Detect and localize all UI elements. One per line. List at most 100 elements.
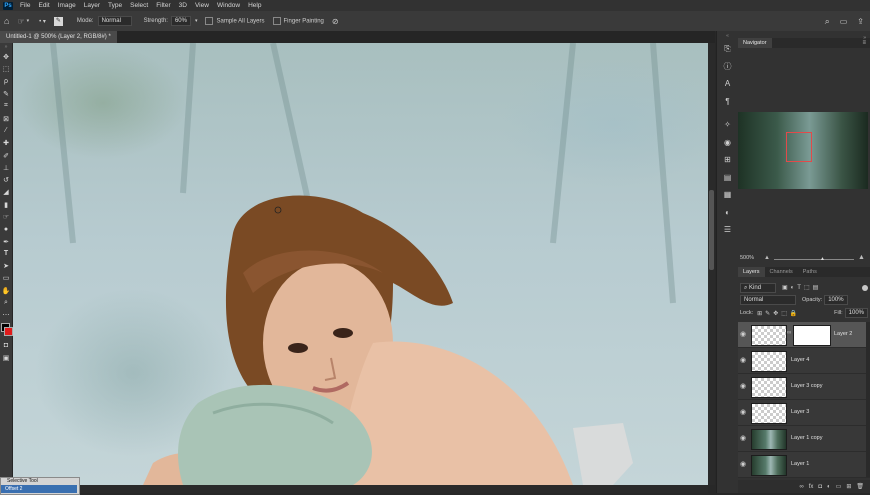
smudge-tool-icon[interactable]: ☞ <box>0 211 12 223</box>
vertical-scrollbar-thumb[interactable] <box>709 190 714 270</box>
fx-icon[interactable]: fx <box>809 484 814 490</box>
quick-mask-icon[interactable]: ◘ <box>0 340 12 352</box>
history-brush-icon[interactable]: ↺ <box>0 174 12 186</box>
layer-kind-select[interactable]: ⌕ Kind <box>740 282 776 293</box>
workspace-icon[interactable]: ▭ <box>840 17 848 26</box>
crop-tool-icon[interactable]: ⌗ <box>0 100 12 112</box>
chevron-down-icon[interactable]: ▾ <box>27 18 30 24</box>
layer-name[interactable]: Layer 1 <box>791 452 809 477</box>
stamp-tool-icon[interactable]: ⊥ <box>0 162 12 174</box>
strength-input[interactable]: 60% <box>170 16 191 26</box>
selective-tool-item[interactable]: Offset 2 <box>1 485 77 493</box>
sample-all-layers-checkbox[interactable]: Sample All Layers <box>205 17 265 25</box>
menu-filter[interactable]: Filter <box>152 2 174 9</box>
screen-mode-icon[interactable]: ▣ <box>0 352 12 364</box>
finger-painting-checkbox[interactable]: Finger Painting <box>272 17 324 25</box>
lightbulb-icon[interactable]: ✧ <box>717 116 738 134</box>
menu-edit[interactable]: Edit <box>34 2 53 9</box>
checkbox-icon[interactable] <box>205 17 214 25</box>
hand-tool-icon[interactable]: ✋ <box>0 285 12 297</box>
layer-name[interactable]: Layer 2 <box>834 322 852 347</box>
color-panel-icon[interactable]: ◉ <box>717 134 738 152</box>
eye-icon[interactable]: ◉ <box>740 382 746 390</box>
menu-window[interactable]: Window <box>213 2 244 9</box>
layer-name[interactable]: Layer 4 <box>791 348 809 373</box>
add-mask-icon[interactable]: ◘ <box>818 484 822 490</box>
character-panel-icon[interactable]: A <box>717 75 738 93</box>
shape-tool-icon[interactable]: ▭ <box>0 272 12 284</box>
history-panel-icon[interactable]: ⎘ <box>717 40 738 58</box>
background-color-swatch[interactable] <box>4 326 13 336</box>
layer-name[interactable]: Layer 1 copy <box>791 426 823 451</box>
layer-mask-thumbnail[interactable] <box>793 325 831 346</box>
move-tool-icon[interactable]: ✥ <box>0 51 12 63</box>
menu-layer[interactable]: Layer <box>80 2 104 9</box>
horizontal-scrollbar[interactable] <box>13 485 708 493</box>
patterns-panel-icon[interactable]: ▦ <box>717 186 738 204</box>
brush-size-icon[interactable]: • ▾ <box>39 18 46 25</box>
layer-row[interactable]: ◉ Layer 3 <box>738 400 870 426</box>
document-tab[interactable]: Untitled-1 @ 500% (Layer 2, RGB/8#) * <box>0 31 117 43</box>
menu-file[interactable]: File <box>16 2 34 9</box>
brush-settings-icon[interactable]: ✎ <box>53 16 63 26</box>
menu-view[interactable]: View <box>191 2 213 9</box>
zoom-slider-handle[interactable]: ▲ <box>820 256 825 262</box>
checkbox-icon[interactable] <box>272 17 281 25</box>
zoom-tool-icon[interactable]: ⌕ <box>0 297 12 309</box>
eye-icon[interactable]: ◉ <box>740 460 746 468</box>
group-icon[interactable]: ▭ <box>836 483 842 490</box>
menu-3d[interactable]: 3D <box>175 2 191 9</box>
pen-tool-icon[interactable]: ✒ <box>0 235 12 247</box>
eyedropper-tool-icon[interactable]: ⁄ <box>0 125 12 137</box>
menu-image[interactable]: Image <box>54 2 80 9</box>
menu-select[interactable]: Select <box>126 2 152 9</box>
mode-select[interactable]: Normal <box>97 16 132 26</box>
zoom-value[interactable]: 500% <box>740 255 754 261</box>
more-tools-icon[interactable]: ⋯ <box>0 309 12 321</box>
path-select-tool-icon[interactable]: ➤ <box>0 260 12 272</box>
pressure-icon[interactable]: ⊘ <box>332 17 339 26</box>
layer-row[interactable]: ◉ Layer 3 copy <box>738 374 870 400</box>
libraries-panel-icon[interactable]: ☰ <box>717 221 738 239</box>
healing-tool-icon[interactable]: ✚ <box>0 137 12 149</box>
eye-icon[interactable]: ◉ <box>740 356 746 364</box>
smudge-tool-icon[interactable]: ☞ <box>17 17 24 26</box>
menu-help[interactable]: Help <box>244 2 265 9</box>
layers-scrollbar[interactable] <box>866 322 870 477</box>
layer-filter-icons[interactable]: ▣◐T⬚▤ <box>782 284 821 291</box>
type-tool-icon[interactable]: T <box>0 248 12 260</box>
frame-tool-icon[interactable]: ⊠ <box>0 112 12 124</box>
tab-navigator[interactable]: Navigator <box>738 38 772 48</box>
info-panel-icon[interactable]: ⓘ <box>717 58 738 76</box>
link-layers-icon[interactable]: ∞ <box>799 484 803 490</box>
share-icon[interactable]: ⇪ <box>857 17 864 26</box>
navigator-view-box[interactable] <box>786 132 812 162</box>
swatches-panel-icon[interactable]: ⊞ <box>717 151 738 169</box>
tab-channels[interactable]: Channels <box>765 267 798 277</box>
adjustments-panel-icon[interactable]: ◐ <box>717 204 738 222</box>
collapse-icon[interactable]: « <box>717 31 738 40</box>
dodge-tool-icon[interactable]: ● <box>0 223 12 235</box>
collapse-icon[interactable]: » <box>0 43 12 51</box>
gradient-tool-icon[interactable]: ▮ <box>0 199 12 211</box>
marquee-tool-icon[interactable]: ⬚ <box>0 63 12 75</box>
document-canvas[interactable] <box>13 43 708 485</box>
color-swatches[interactable] <box>0 322 13 340</box>
layer-row[interactable]: ◉ ∞ Layer 2 <box>738 322 870 348</box>
filter-toggle-icon[interactable] <box>862 284 868 291</box>
quick-select-tool-icon[interactable]: ✎ <box>0 88 12 100</box>
layer-name[interactable]: Layer 3 copy <box>791 374 823 399</box>
layer-name[interactable]: Layer 3 <box>791 400 809 425</box>
eye-icon[interactable]: ◉ <box>740 434 746 442</box>
search-icon[interactable]: ⌕ <box>825 16 830 27</box>
chevron-down-icon[interactable]: ▾ <box>195 18 198 24</box>
zoom-out-icon[interactable]: ▲ <box>764 255 770 261</box>
gradients-panel-icon[interactable]: ▤ <box>717 169 738 187</box>
fill-input[interactable]: 100% <box>844 308 868 318</box>
tab-layers[interactable]: Layers <box>738 267 765 277</box>
blend-mode-select[interactable]: Normal <box>740 295 796 305</box>
eraser-tool-icon[interactable]: ◢ <box>0 186 12 198</box>
adjustment-layer-icon[interactable]: ◐ <box>827 484 831 490</box>
menu-type[interactable]: Type <box>104 2 126 9</box>
layer-row[interactable]: ◉ Layer 1 copy <box>738 426 870 452</box>
